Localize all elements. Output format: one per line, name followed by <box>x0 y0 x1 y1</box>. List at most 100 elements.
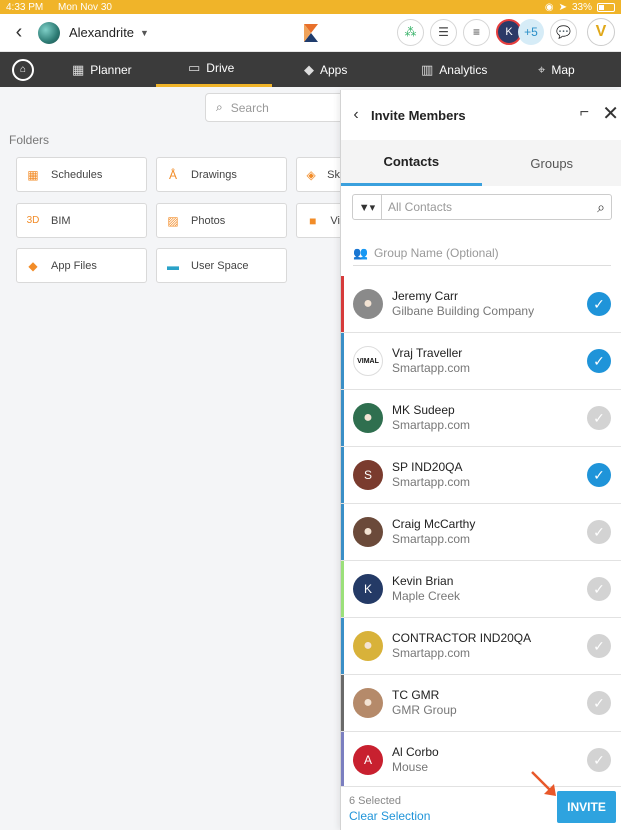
contact-text: Al Corbo Mouse <box>392 745 439 775</box>
folder-app-files[interactable]: ◆ App Files <box>16 248 147 283</box>
search-icon[interactable]: ⌕ <box>597 199 605 216</box>
checkmark-icon: ✓ <box>593 580 605 597</box>
tasks-button[interactable]: ☰ <box>430 18 457 46</box>
contact-text: CONTRACTOR IND20QA Smartapp.com <box>392 631 531 661</box>
folder-photos[interactable]: ▨ Photos <box>156 203 287 238</box>
apps-icon: ◆ <box>304 61 314 77</box>
user-avatar[interactable]: V <box>587 18 615 46</box>
status-time: 4:33 PM <box>6 1 44 13</box>
chat-button[interactable]: 💬 <box>550 18 577 46</box>
status-right: ◉ ➤ 33% <box>545 2 615 13</box>
minimize-icon[interactable]: ⌐ <box>580 104 589 122</box>
nav-drive[interactable]: ▭ Drive <box>156 52 272 87</box>
contact-avatar: ● <box>353 403 383 433</box>
map-pin-icon: ⌖ <box>538 61 546 77</box>
select-checkbox[interactable]: ✓ <box>587 520 611 544</box>
selected-count: 6 Selected <box>349 795 401 807</box>
project-avatar[interactable] <box>38 21 60 44</box>
folder-bim[interactable]: 3D BIM <box>16 203 147 238</box>
contact-text: Jeremy Carr Gilbane Building Company <box>392 289 534 319</box>
contact-row[interactable]: ● TC GMR GMR Group ✓ <box>341 675 621 732</box>
group-name-field[interactable]: 👥 Group Name (Optional) <box>353 240 611 266</box>
folder-drawings[interactable]: Å Drawings <box>156 157 287 192</box>
contact-avatar: A <box>353 745 383 775</box>
nav-planner[interactable]: ▦ Planner <box>72 52 132 87</box>
folder-schedules[interactable]: ▦ Schedules <box>16 157 147 192</box>
nav-map[interactable]: ⌖ Map <box>538 52 575 87</box>
contact-stripe <box>341 504 344 560</box>
select-checkbox[interactable]: ✓ <box>587 577 611 601</box>
group-name-placeholder: Group Name (Optional) <box>373 245 499 260</box>
tab-contacts[interactable]: Contacts <box>341 140 482 186</box>
analytics-icon: ▥ <box>421 61 434 77</box>
status-bar: 4:33 PM Mon Nov 30 ◉ ➤ 33% <box>0 0 621 14</box>
photo-icon: ▨ <box>167 213 179 228</box>
contact-row[interactable]: S SP IND20QA Smartapp.com ✓ <box>341 447 621 504</box>
folder-videos[interactable]: ■ Vi <box>296 203 340 238</box>
contact-company: GMR Group <box>392 703 457 717</box>
nav-apps[interactable]: ◆ Apps <box>304 52 347 87</box>
vimal-logo: VIMAL <box>357 357 379 365</box>
select-checkbox[interactable]: ✓ <box>587 634 611 658</box>
chat-icon: 💬 <box>556 25 571 39</box>
filter-button[interactable]: ▼▾ <box>352 194 382 220</box>
select-checkbox[interactable]: ✓ <box>587 406 611 430</box>
back-button[interactable]: ‹ <box>4 14 34 52</box>
contact-stripe <box>341 675 344 731</box>
close-icon[interactable]: ✕ <box>602 101 619 126</box>
contact-row[interactable]: ● CONTRACTOR IND20QA Smartapp.com ✓ <box>341 618 621 675</box>
folder-sketches[interactable]: ◈ Sk <box>296 157 340 192</box>
nav-bar: ⌂ ▦ Planner ▭ Drive ◆ Apps ▥ Analytics ⌖… <box>0 52 621 87</box>
avatar-initial: S <box>363 468 372 482</box>
clear-selection-link[interactable]: Clear Selection <box>349 809 430 823</box>
nav-drive-label: Drive <box>206 61 235 75</box>
contact-company: Smartapp.com <box>392 475 471 489</box>
panel-header: ‹ Invite Members ⌐ ✕ <box>341 90 621 140</box>
status-left: 4:33 PM Mon Nov 30 <box>6 2 124 13</box>
folder-user-space[interactable]: ▬ User Space <box>156 248 287 283</box>
person-icon: ● <box>363 295 373 312</box>
checkmark-icon: ✓ <box>593 751 605 768</box>
contact-text: Vraj Traveller Smartapp.com <box>392 346 470 376</box>
folder-label: App Files <box>51 259 97 272</box>
contact-search-input[interactable]: All Contacts ⌕ <box>382 194 612 220</box>
select-checkbox[interactable]: ✓ <box>587 463 611 487</box>
contact-row[interactable]: ● Jeremy Carr Gilbane Building Company ✓ <box>341 276 621 333</box>
panel-footer: 6 Selected Clear Selection INVITE <box>341 786 621 830</box>
contact-row[interactable]: ● MK Sudeep Smartapp.com ✓ <box>341 390 621 447</box>
contact-company: Gilbane Building Company <box>392 304 535 318</box>
select-checkbox[interactable]: ✓ <box>587 349 611 373</box>
contact-row[interactable]: A Al Corbo Mouse ✓ <box>341 732 621 789</box>
panel-back-button[interactable]: ‹ <box>341 106 371 124</box>
notes-button[interactable]: ≡ <box>463 18 490 46</box>
contact-avatar: ● <box>353 631 383 661</box>
select-checkbox[interactable]: ✓ <box>587 292 611 316</box>
folder-label: User Space <box>191 259 249 272</box>
drive-search[interactable]: ⌕ Search <box>205 93 350 122</box>
tab-groups[interactable]: Groups <box>482 140 621 186</box>
invite-button[interactable]: INVITE <box>557 791 616 823</box>
nav-analytics[interactable]: ▥ Analytics <box>421 52 487 87</box>
contact-text: MK Sudeep Smartapp.com <box>392 403 470 433</box>
more-members-badge[interactable]: +5 <box>518 19 544 45</box>
home-button[interactable]: ⌂ <box>12 58 34 81</box>
contact-row[interactable]: K Kevin Brian Maple Creek ✓ <box>341 561 621 618</box>
contact-stripe <box>341 732 344 788</box>
project-name[interactable]: Alexandrite <box>69 25 134 40</box>
folder-label: Photos <box>191 214 226 227</box>
checkmark-icon: ✓ <box>593 409 605 426</box>
app-logo <box>304 24 318 42</box>
members-stack[interactable]: K +5 <box>496 19 544 45</box>
contact-row[interactable]: VIMAL Vraj Traveller Smartapp.com ✓ <box>341 333 621 390</box>
nav-analytics-label: Analytics <box>439 62 488 77</box>
select-checkbox[interactable]: ✓ <box>587 748 611 772</box>
network-button[interactable]: ⁂ <box>397 18 424 46</box>
notes-icon: ≡ <box>472 25 480 39</box>
checkmark-icon: ✓ <box>593 694 605 711</box>
invite-members-panel: ‹ Invite Members ⌐ ✕ Contacts Groups ▼▾ … <box>340 90 621 830</box>
contact-row[interactable]: ● Craig McCarthy Smartapp.com ✓ <box>341 504 621 561</box>
calendar-icon: ▦ <box>72 61 85 77</box>
select-checkbox[interactable]: ✓ <box>587 691 611 715</box>
caret-down-icon[interactable]: ▼ <box>140 28 149 38</box>
top-actions: ⁂ ☰ ≡ K +5 💬 V <box>397 18 615 46</box>
